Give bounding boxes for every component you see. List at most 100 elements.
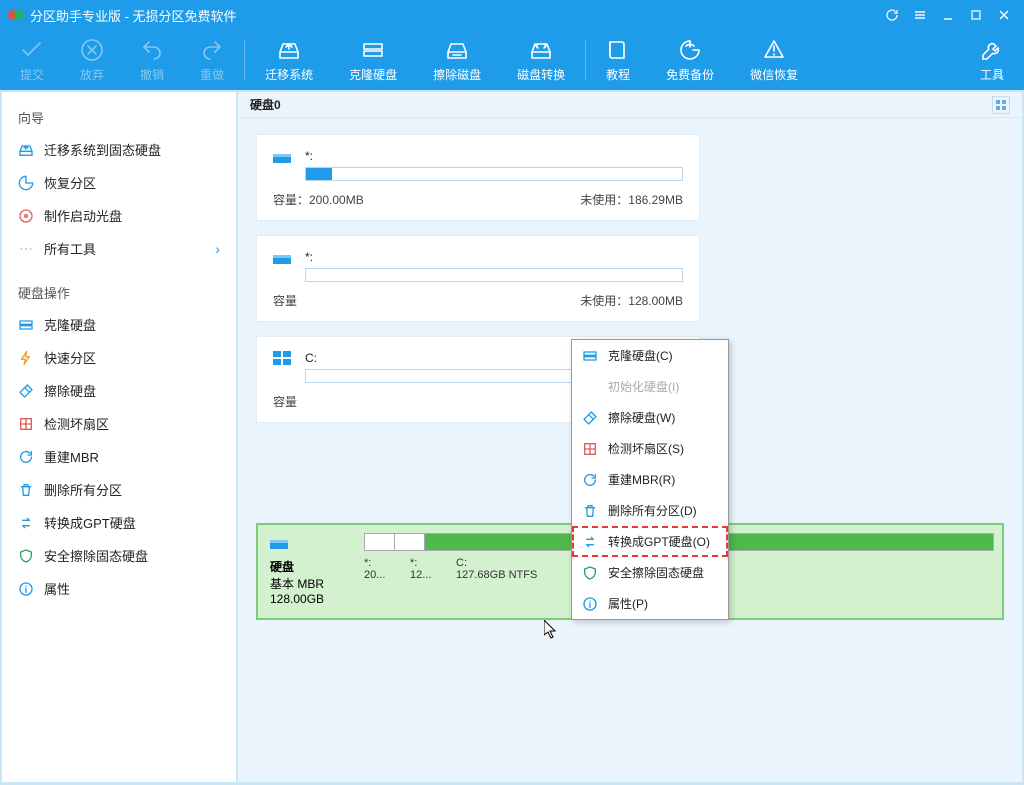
sidebar-item-label: 擦除硬盘 [44,381,96,400]
context-item[interactable]: 克隆硬盘(C) [572,340,728,371]
capacity-label: 容量 [273,292,297,309]
sidebar-item[interactable]: 重建MBR [2,440,236,473]
disk-icon [273,252,291,266]
partition-name: *: [305,250,683,264]
sidebar-item[interactable]: 制作启动光盘 [2,199,236,232]
drive-arrow-icon [277,38,301,62]
close-button[interactable] [992,3,1016,27]
partition-segment[interactable] [365,534,395,550]
context-item-label: 克隆硬盘(C) [608,347,673,364]
sidebar-section-diskops: 硬盘操作 [2,275,236,308]
refresh-icon [18,449,34,465]
toolbar-label: 重做 [200,66,224,83]
sidebar-item[interactable]: 所有工具 › [2,232,236,265]
pie-icon [18,175,34,191]
partition-label: *:20... [364,557,402,581]
sidebar-item-label: 快速分区 [44,348,96,367]
sidebar-item[interactable]: 删除所有分区 [2,473,236,506]
trash-icon [582,503,598,519]
toolbar-tools[interactable]: 工具 [980,38,1004,83]
context-item-label: 安全擦除固态硬盘 [608,564,704,581]
toolbar-xcircle[interactable]: 放弃 [80,38,104,83]
sidebar-item[interactable]: 快速分区 [2,341,236,374]
context-item[interactable]: 检测坏扇区(S) [572,433,728,464]
sidebar-item[interactable]: 克隆硬盘 [2,308,236,341]
context-item[interactable]: 删除所有分区(D) [572,495,728,526]
summary-size: 128.00GB [270,592,352,606]
toolbar-drive-arrow[interactable]: 迁移系统 [265,38,313,83]
summary-title: 硬盘 [270,560,294,574]
toolbar-label: 克隆硬盘 [349,66,397,83]
toolbar-separator [585,40,586,80]
toolbar-drive-erase[interactable]: 擦除磁盘 [433,38,481,83]
sidebar-item[interactable]: 安全擦除固态硬盘 [2,539,236,572]
toolbar-label: 免费备份 [666,66,714,83]
context-item: 初始化硬盘(I) [572,371,728,402]
sidebar-item[interactable]: 恢复分区 [2,166,236,199]
partition-segment[interactable] [395,534,425,550]
context-item-label: 擦除硬盘(W) [608,409,675,426]
sidebar-section-wizard: 向导 [2,100,236,133]
backup-icon [678,38,702,62]
window-title: 分区助手专业版 - 无损分区免费软件 [30,6,876,25]
sidebar-item-label: 转换成GPT硬盘 [44,513,136,532]
toolbar-undo[interactable]: 撤销 [140,38,164,83]
titlebar: 分区助手专业版 - 无损分区免费软件 [0,0,1024,30]
context-item[interactable]: 安全擦除固态硬盘 [572,557,728,588]
toolbar-label: 放弃 [80,66,104,83]
sidebar-item[interactable]: 检测坏扇区 [2,407,236,440]
context-item[interactable]: 擦除硬盘(W) [572,402,728,433]
disk-card[interactable]: *: 容量 未使用：128.00MB [256,235,700,322]
context-item-label: 初始化硬盘(I) [608,378,679,395]
check-icon [20,38,44,62]
toolbar-label: 教程 [606,66,630,83]
sidebar-item[interactable]: 属性 [2,572,236,605]
context-item-label: 重建MBR(R) [608,471,675,488]
cursor-icon [544,620,560,640]
drive-stack-icon [18,317,34,333]
capacity-label: 容量：200.00MB [273,191,364,208]
disk-card[interactable]: *: 容量：200.00MB 未使用：186.29MB [256,134,700,221]
sidebar-item-label: 删除所有分区 [44,480,122,499]
toolbar-redo[interactable]: 重做 [200,38,224,83]
trash-icon [18,482,34,498]
refresh-icon [582,472,598,488]
partition-label: C:127.68GB NTFS [456,557,537,581]
sidebar-item-label: 属性 [44,579,70,598]
chevron-right-icon: › [215,241,220,257]
partition-name: *: [305,149,683,163]
menu-button[interactable] [908,3,932,27]
toolbar-label: 提交 [20,66,44,83]
sidebar-item[interactable]: 迁移系统到固态硬盘 [2,133,236,166]
drive-stack-icon [582,348,598,364]
minimize-button[interactable] [936,3,960,27]
view-toggle-button[interactable] [992,96,1010,114]
free-label: 未使用：186.29MB [580,191,683,208]
windows-icon [273,351,291,365]
summary-type: 基本 MBR [270,575,352,592]
partition-label: *:12... [410,557,448,581]
toolbar-check[interactable]: 提交 [20,38,44,83]
toolbar-book[interactable]: 教程 [606,38,630,83]
cd-icon [18,208,34,224]
toolbar-wechat[interactable]: 微信恢复 [750,38,798,83]
toolbar-drive-swap[interactable]: 磁盘转换 [517,38,565,83]
book-icon [606,38,630,62]
dots-icon [18,241,34,257]
sidebar-item[interactable]: 转换成GPT硬盘 [2,506,236,539]
broom-icon [18,383,34,399]
context-item[interactable]: 属性(P) [572,588,728,619]
refresh-button[interactable] [880,3,904,27]
context-item[interactable]: 转换成GPT硬盘(O) [572,526,728,557]
main-panel: 硬盘0 *: 容量：200.00MB 未使用：186.29MB *: [238,92,1022,782]
toolbar-drive-stack[interactable]: 克隆硬盘 [349,38,397,83]
drive-erase-icon [445,38,469,62]
sidebar-item[interactable]: 擦除硬盘 [2,374,236,407]
blank-icon [582,379,598,395]
convert-icon [18,515,34,531]
toolbar-backup[interactable]: 免费备份 [666,38,714,83]
grid-icon [18,416,34,432]
toolbar-label: 磁盘转换 [517,66,565,83]
maximize-button[interactable] [964,3,988,27]
context-item[interactable]: 重建MBR(R) [572,464,728,495]
